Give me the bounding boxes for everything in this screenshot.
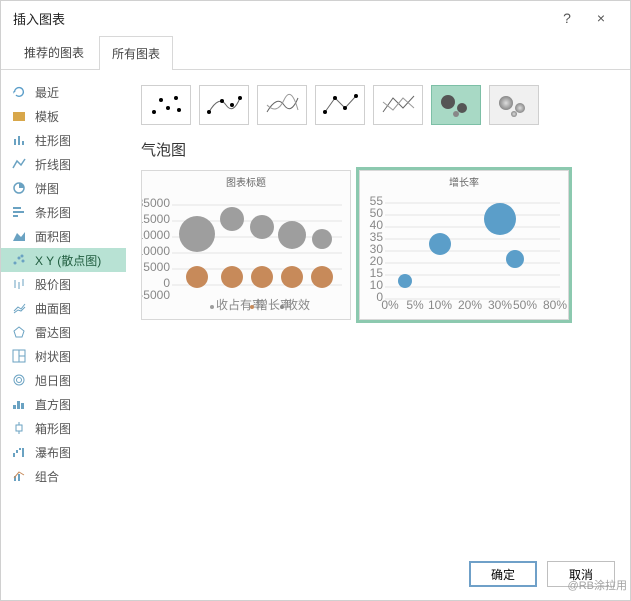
section-label: 气泡图 <box>141 139 615 160</box>
subtype-bubble[interactable] <box>431 85 481 125</box>
svg-text:-5000: -5000 <box>142 288 170 302</box>
subtype-scatter-straight-line[interactable] <box>373 85 423 125</box>
close-button[interactable]: × <box>584 10 618 26</box>
sunburst-chart-icon <box>11 372 27 388</box>
svg-text:10000: 10000 <box>142 244 170 258</box>
treemap-chart-icon <box>11 348 27 364</box>
stock-chart-icon <box>11 276 27 292</box>
svg-text:5%: 5% <box>406 298 424 312</box>
sidebar-item-surface-chart[interactable]: 曲面图 <box>1 296 126 320</box>
svg-text:50%: 50% <box>513 298 537 312</box>
sidebar-item-stock-chart[interactable]: 股价图 <box>1 272 126 296</box>
sidebar-item-pie-chart[interactable]: 饼图 <box>1 176 126 200</box>
sidebar-item-label: 雷达图 <box>35 324 71 341</box>
sidebar-item-label: 折线图 <box>35 156 71 173</box>
preview-title: 图表标题 <box>142 171 350 189</box>
sidebar-item-label: 直方图 <box>35 396 71 413</box>
sidebar-item-template[interactable]: 模板 <box>1 104 126 128</box>
pie-chart-icon <box>11 180 27 196</box>
scatter-chart-icon <box>11 252 27 268</box>
subtype-scatter-smooth-line[interactable] <box>257 85 307 125</box>
chart-preview-1[interactable]: 图表标题 <box>141 170 351 320</box>
chart-subtype-row <box>141 85 615 125</box>
sidebar-item-area-chart[interactable]: 面积图 <box>1 224 126 248</box>
subtype-scatter-smooth-line-markers[interactable] <box>199 85 249 125</box>
sidebar-item-label: 模板 <box>35 108 59 125</box>
main-panel: 气泡图 图表标题 <box>126 70 630 548</box>
template-icon <box>11 108 27 124</box>
sidebar-item-label: 树状图 <box>35 348 71 365</box>
dialog-title: 插入图表 <box>13 9 550 28</box>
svg-text:10%: 10% <box>428 298 452 312</box>
chart-category-sidebar: 最近模板柱形图折线图饼图条形图面积图 X Y (散点图) 股价图曲面图雷达图树状图旭… <box>1 70 126 548</box>
dialog-body: 最近模板柱形图折线图饼图条形图面积图 X Y (散点图) 股价图曲面图雷达图树状图旭… <box>1 70 630 548</box>
sidebar-item-bar-chart[interactable]: 条形图 <box>1 200 126 224</box>
sidebar-item-radar-chart[interactable]: 雷达图 <box>1 320 126 344</box>
sidebar-item-histogram-chart[interactable]: 直方图 <box>1 392 126 416</box>
sidebar-item-recent[interactable]: 最近 <box>1 80 126 104</box>
svg-text:80%: 80% <box>543 298 567 312</box>
svg-text:收效: 收效 <box>286 297 310 312</box>
subtype-bubble-3d[interactable] <box>489 85 539 125</box>
bar-chart-icon <box>11 204 27 220</box>
chart-previews: 图表标题 <box>141 170 615 320</box>
sidebar-item-label: 面积图 <box>35 228 71 245</box>
ok-button[interactable]: 确定 <box>469 561 537 587</box>
sidebar-item-label: 旭日图 <box>35 372 71 389</box>
line-chart-icon <box>11 156 27 172</box>
waterfall-chart-icon <box>11 444 27 460</box>
sidebar-item-treemap-chart[interactable]: 树状图 <box>1 344 126 368</box>
sidebar-item-label: 饼图 <box>35 180 59 197</box>
surface-chart-icon <box>11 300 27 316</box>
sidebar-item-label: 箱形图 <box>35 420 71 437</box>
recent-icon <box>11 84 27 100</box>
sidebar-item-column-chart[interactable]: 柱形图 <box>1 128 126 152</box>
sidebar-item-label: 瀑布图 <box>35 444 71 461</box>
sidebar-item-label: 组合 <box>35 468 59 485</box>
dialog-footer: 确定 取消 <box>1 548 630 600</box>
area-chart-icon <box>11 228 27 244</box>
sidebar-item-label: 柱形图 <box>35 132 71 149</box>
histogram-chart-icon <box>11 396 27 412</box>
titlebar: 插入图表 ? × <box>1 1 630 35</box>
svg-text:15000: 15000 <box>142 212 170 226</box>
box-chart-icon <box>11 420 27 436</box>
radar-chart-icon <box>11 324 27 340</box>
sidebar-item-label: 最近 <box>35 84 59 101</box>
chart-preview-2[interactable]: 增长率 5 <box>359 170 569 320</box>
bubble-chart-preview-2: 555040 353020 15100 0%5%10% 20%30%50%80% <box>360 189 570 319</box>
tab-strip: 推荐的图表 所有图表 <box>1 35 630 70</box>
combo-chart-icon <box>11 468 27 484</box>
sidebar-item-box-chart[interactable]: 箱形图 <box>1 416 126 440</box>
sidebar-item-label: 条形图 <box>35 204 71 221</box>
help-button[interactable]: ? <box>550 10 584 26</box>
bubble-chart-preview-1: 350001500010000 1000050000-5000 收占有率 增长率… <box>142 189 352 319</box>
column-chart-icon <box>11 132 27 148</box>
svg-text:0%: 0% <box>381 298 399 312</box>
sidebar-item-sunburst-chart[interactable]: 旭日图 <box>1 368 126 392</box>
svg-text:20%: 20% <box>458 298 482 312</box>
tab-all-charts[interactable]: 所有图表 <box>99 36 173 70</box>
sidebar-item-waterfall-chart[interactable]: 瀑布图 <box>1 440 126 464</box>
subtype-scatter[interactable] <box>141 85 191 125</box>
sidebar-item-label: 股价图 <box>35 276 71 293</box>
sidebar-item-line-chart[interactable]: 折线图 <box>1 152 126 176</box>
tab-recommended[interactable]: 推荐的图表 <box>11 35 97 69</box>
sidebar-item-label: 曲面图 <box>35 300 71 317</box>
sidebar-item-scatter-chart[interactable]: X Y (散点图) <box>1 248 126 272</box>
sidebar-item-label: X Y (散点图) <box>35 252 101 269</box>
watermark: @RB涂拉用 <box>568 577 627 593</box>
insert-chart-dialog: 插入图表 ? × 推荐的图表 所有图表 最近模板柱形图折线图饼图条形图面积图 X … <box>0 0 631 601</box>
svg-text:5000: 5000 <box>143 260 170 274</box>
sidebar-item-combo-chart[interactable]: 组合 <box>1 464 126 488</box>
subtype-scatter-straight-line-markers[interactable] <box>315 85 365 125</box>
svg-text:30%: 30% <box>488 298 512 312</box>
svg-text:10000: 10000 <box>142 228 170 242</box>
preview-title: 增长率 <box>360 171 568 189</box>
svg-text:35000: 35000 <box>142 196 170 210</box>
